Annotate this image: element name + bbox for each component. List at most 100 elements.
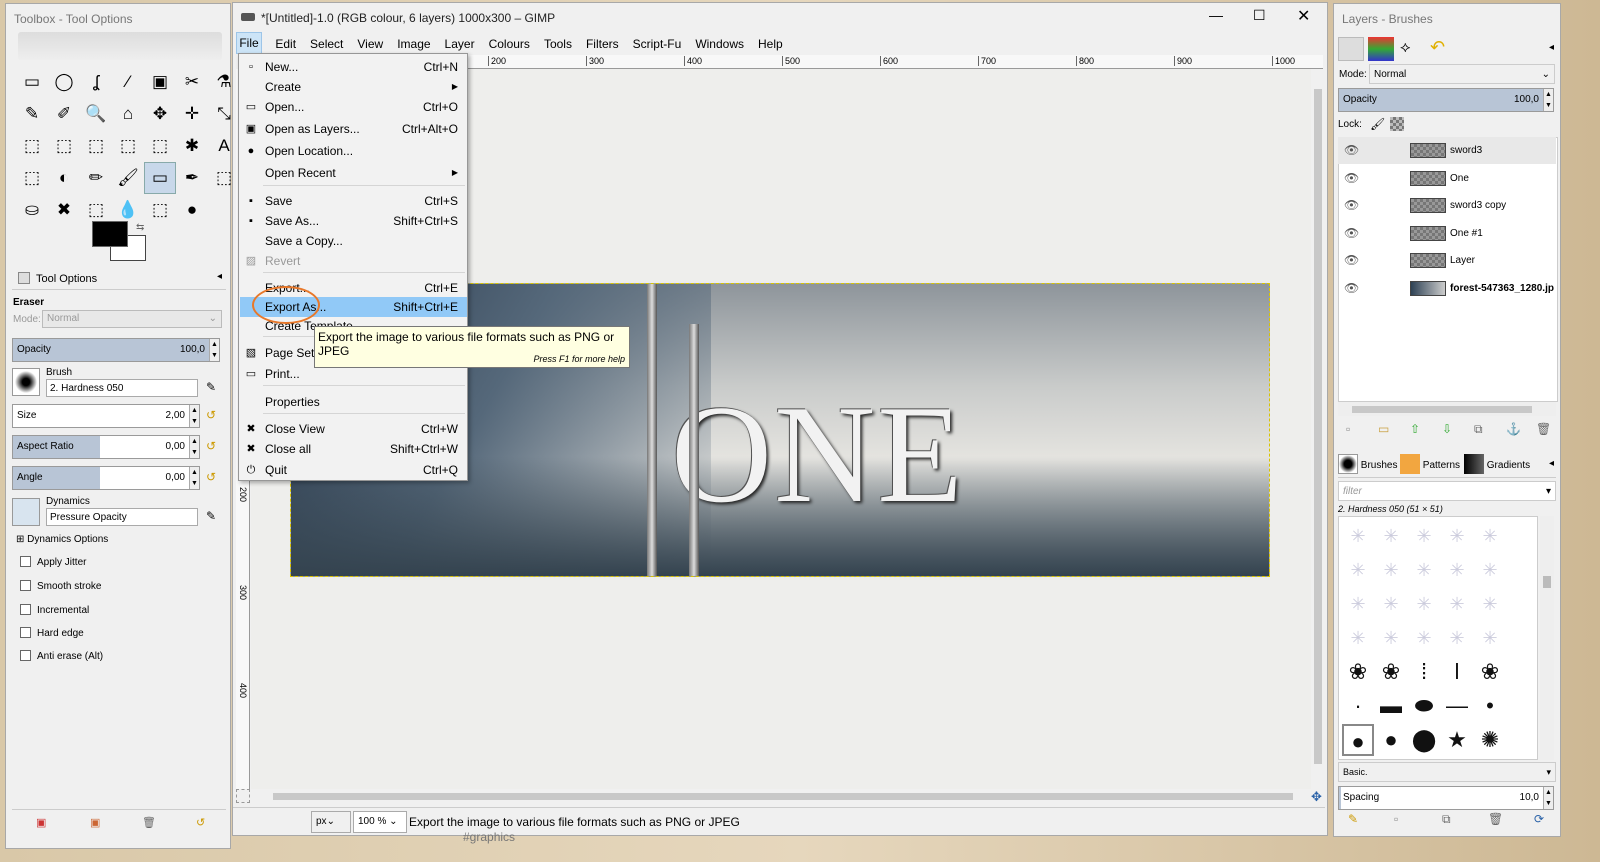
maximize-button[interactable]: ☐	[1253, 7, 1266, 24]
layer-row[interactable]: 👁 One #1	[1338, 220, 1556, 247]
layer-row[interactable]: 👁 sword3 copy	[1338, 192, 1556, 219]
anchor-layer-icon[interactable]: ⚓	[1506, 422, 1521, 436]
file-menu-item-revert[interactable]: ▨ Revert	[240, 251, 467, 271]
measure-tool-icon[interactable]: ⌂	[112, 98, 144, 130]
brush-thumbnail[interactable]: ✳	[1474, 520, 1506, 552]
brush-thumbnail[interactable]: ●	[1342, 724, 1374, 756]
layer-list-hscroll[interactable]	[1338, 402, 1556, 416]
layer-row[interactable]: 👁 One	[1338, 165, 1556, 192]
eye-icon[interactable]: 👁	[1344, 198, 1359, 212]
aspect-ratio-slider[interactable]: Aspect Ratio 0,00 ▲ ▼	[12, 435, 200, 459]
brush-thumbnail[interactable]: ★	[1441, 724, 1473, 756]
shear-tool-icon[interactable]: ⬚	[80, 130, 112, 162]
size-slider[interactable]: Size 2,00 ▲ ▼	[12, 404, 200, 428]
ellipse-select-tool-icon[interactable]: ◯	[48, 66, 80, 98]
quick-mask-toggle[interactable]	[236, 789, 250, 803]
brush-preview[interactable]	[12, 368, 40, 396]
eye-icon[interactable]: 👁	[1344, 171, 1359, 185]
duplicate-layer-icon[interactable]: ⧉	[1474, 422, 1483, 437]
eraser-tool-icon[interactable]: ▭	[144, 162, 176, 194]
smudge-tool-icon[interactable]: ⬚	[144, 194, 176, 226]
channels-tab-icon[interactable]	[1368, 37, 1394, 61]
brush-thumbnail[interactable]: ✺	[1474, 724, 1506, 756]
brush-thumbnail[interactable]: ✳	[1474, 588, 1506, 620]
brush-thumbnail[interactable]: ✳	[1408, 520, 1440, 552]
brush-thumbnail[interactable]: ✳	[1441, 588, 1473, 620]
menu-tools[interactable]: Tools	[537, 33, 579, 55]
lower-layer-icon[interactable]: ⇩	[1442, 422, 1452, 436]
zoom-tool-icon[interactable]: 🔍	[80, 98, 112, 130]
brush-thumbnail[interactable]: ✳	[1375, 622, 1407, 654]
scissors-select-tool-icon[interactable]: ✂	[176, 66, 208, 98]
reset-size-icon[interactable]: ↺	[206, 408, 216, 422]
brush-thumbnail[interactable]: ⬤	[1408, 724, 1440, 756]
raise-layer-icon[interactable]: ⇧	[1410, 422, 1420, 436]
edit-brush-icon[interactable]: ✎	[206, 380, 216, 394]
dodge-burn-tool-icon[interactable]: ●	[176, 194, 208, 226]
reset-options-icon[interactable]: ↺	[196, 816, 205, 829]
file-menu-item-save-as[interactable]: ▪ Save As... Shift+Ctrl+S	[240, 211, 467, 231]
brush-field[interactable]: 2. Hardness 050	[46, 379, 198, 397]
menu-colours[interactable]: Colours	[482, 33, 537, 55]
brush-grid[interactable]: ✳ ✳ ✳ ✳ ✳ ✳ ✳ ✳ ✳ ✳ ✳ ✳ ✳ ✳ ✳ ✳ ✳ ✳ ✳ ✳ ❀ ❀ ⁞ ǀ ❀ · ▬ ⬬ — • ● ● ⬤ ★ ✺	[1338, 516, 1538, 760]
file-menu-item-close-view[interactable]: ✖ Close View Ctrl+W	[240, 419, 467, 439]
tool-options-tab[interactable]: Tool Options ◂	[12, 268, 226, 290]
dynamics-options-expander[interactable]: ⊞ Dynamics Options	[16, 534, 108, 545]
unit-select[interactable]: px⌄	[311, 811, 351, 833]
paintbrush-tool-icon[interactable]: 🖌	[112, 162, 144, 194]
layer-mode-select[interactable]: Normal ⌄	[1369, 64, 1555, 84]
reset-angle-icon[interactable]: ↺	[206, 470, 216, 484]
reset-aspect-icon[interactable]: ↺	[206, 439, 216, 453]
eye-icon[interactable]: 👁	[1344, 226, 1359, 240]
layer-row[interactable]: 👁 sword3	[1338, 137, 1556, 164]
minimize-button[interactable]: —	[1209, 7, 1223, 23]
layer-row[interactable]: 👁 Layer	[1338, 247, 1556, 274]
brush-set-select[interactable]: Basic. ▾	[1338, 762, 1556, 782]
brush-thumbnail[interactable]: ✳	[1342, 554, 1374, 586]
restore-options-icon[interactable]: ▣	[90, 816, 100, 829]
clone-tool-icon[interactable]: ⛀	[16, 194, 48, 226]
brush-thumbnail[interactable]: ✳	[1474, 622, 1506, 654]
spin-arrows[interactable]: ▲ ▼	[209, 339, 219, 361]
file-menu-item-save-a-copy[interactable]: Save a Copy...	[240, 231, 467, 251]
heal-tool-icon[interactable]: ✖	[48, 194, 80, 226]
brush-thumbnail[interactable]: ǀ	[1441, 656, 1473, 688]
brush-thumbnail[interactable]: —	[1441, 690, 1473, 722]
new-brush-icon[interactable]: ▫	[1394, 812, 1398, 826]
flip-tool-icon[interactable]: ⬚	[144, 130, 176, 162]
brush-thumbnail[interactable]: •	[1474, 690, 1506, 722]
brush-thumbnail[interactable]: ❀	[1342, 656, 1374, 688]
menu-select[interactable]: Select	[303, 33, 350, 55]
brush-thumbnail[interactable]: ❀	[1474, 656, 1506, 688]
edit-brush-icon[interactable]: ✎	[1348, 812, 1358, 826]
mode-select[interactable]: Normal ⌄	[42, 310, 222, 328]
blend-tool-icon[interactable]: ◐	[48, 162, 80, 194]
file-menu-item-open[interactable]: ▭ Open... Ctrl+O	[240, 97, 467, 117]
brush-thumbnail[interactable]: ✳	[1474, 554, 1506, 586]
menu-windows[interactable]: Windows	[688, 33, 751, 55]
angle-slider[interactable]: Angle 0,00 ▲ ▼	[12, 466, 200, 490]
tab-brushes[interactable]: Brushes	[1338, 454, 1397, 474]
save-options-icon[interactable]: ▣	[36, 816, 46, 829]
file-menu-item-new[interactable]: ▫ New... Ctrl+N	[240, 57, 467, 77]
horizontal-scrollbar[interactable]	[251, 789, 1311, 803]
menu-view[interactable]: View	[350, 33, 390, 55]
anti-erase-checkbox[interactable]: Anti erase (Alt)	[20, 650, 103, 662]
duplicate-brush-icon[interactable]: ⧉	[1442, 812, 1451, 827]
spin-arrows[interactable]: ▲ ▼	[1543, 787, 1553, 809]
layers-tab-icon[interactable]	[1338, 37, 1364, 61]
paths-tab-icon[interactable]: ⟡	[1400, 39, 1411, 57]
brush-thumbnail[interactable]: ✳	[1375, 554, 1407, 586]
align-tool-icon[interactable]: ✛	[176, 98, 208, 130]
new-layer-group-icon[interactable]: ▭	[1378, 422, 1389, 436]
opacity-slider[interactable]: Opacity 100,0 ▲ ▼	[12, 338, 220, 362]
brush-thumbnail[interactable]: ▬	[1375, 690, 1407, 722]
incremental-checkbox[interactable]: Incremental	[20, 604, 89, 616]
new-layer-icon[interactable]: ▫	[1346, 422, 1350, 436]
apply-jitter-checkbox[interactable]: Apply Jitter	[20, 556, 86, 568]
airbrush-tool-icon[interactable]: ✒	[176, 162, 208, 194]
fuzzy-select-tool-icon[interactable]: ⁄	[112, 66, 144, 98]
layer-opacity-slider[interactable]: Opacity 100,0 ▲ ▼	[1338, 88, 1554, 112]
menu-scriptfu[interactable]: Script-Fu	[626, 33, 689, 55]
menu-edit[interactable]: Edit	[268, 33, 303, 55]
